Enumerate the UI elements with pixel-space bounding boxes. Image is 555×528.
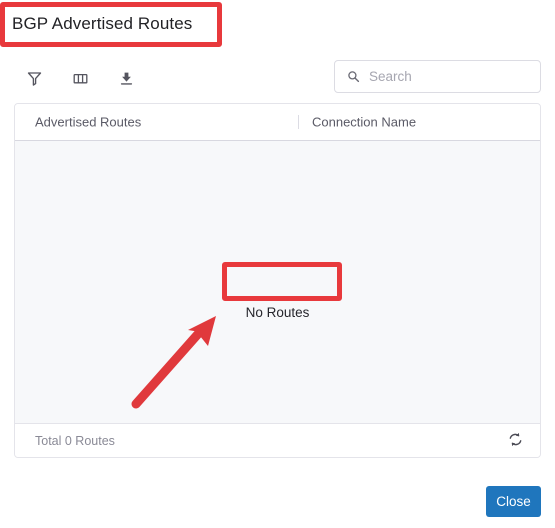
columns-icon xyxy=(72,70,89,87)
table-footer: Total 0 Routes xyxy=(15,423,540,457)
bgp-advertised-routes-dialog: BGP Advertised Routes Search Advertised … xyxy=(0,0,555,528)
table-header-row: Advertised Routes Connection Name xyxy=(15,104,540,141)
search-icon xyxy=(347,70,360,83)
column-header-advertised-routes[interactable]: Advertised Routes xyxy=(35,115,141,130)
search-input[interactable] xyxy=(360,68,548,85)
filter-button[interactable] xyxy=(20,64,48,92)
column-divider xyxy=(298,115,299,129)
download-icon xyxy=(118,70,135,87)
table-toolbar xyxy=(14,60,548,96)
column-header-connection-name[interactable]: Connection Name xyxy=(312,115,416,130)
table-body: No Routes xyxy=(15,141,540,423)
filter-icon xyxy=(26,70,43,87)
title-container: BGP Advertised Routes xyxy=(2,4,222,44)
search-box[interactable] xyxy=(334,60,548,93)
refresh-icon xyxy=(507,431,524,451)
refresh-button[interactable] xyxy=(502,428,528,454)
columns-button[interactable] xyxy=(66,64,94,92)
total-routes-label: Total 0 Routes xyxy=(35,434,115,448)
close-button[interactable]: Close xyxy=(486,486,541,517)
download-button[interactable] xyxy=(112,64,140,92)
page-title: BGP Advertised Routes xyxy=(2,4,222,44)
empty-state-message: No Routes xyxy=(245,305,310,320)
toolbar-icon-group xyxy=(14,60,140,96)
routes-table: Advertised Routes Connection Name No Rou… xyxy=(14,103,541,458)
empty-state: No Routes xyxy=(15,305,540,320)
